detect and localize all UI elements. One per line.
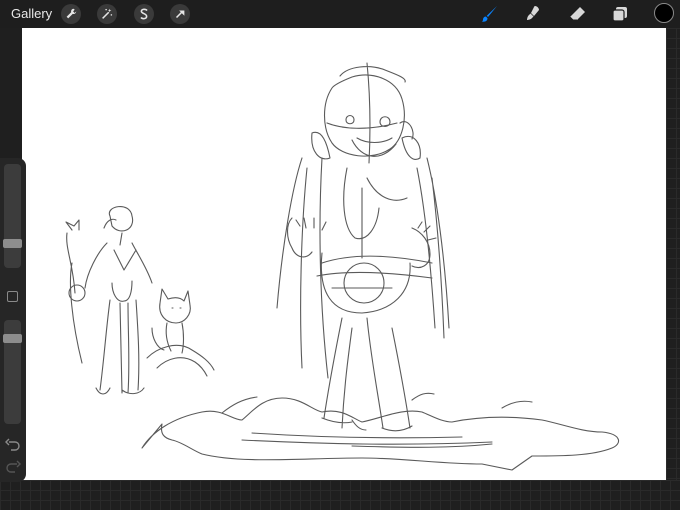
smudge-icon [527, 6, 539, 20]
eraser-icon [569, 7, 585, 21]
drawing-canvas[interactable] [22, 28, 666, 480]
layers-icon [612, 7, 627, 22]
opacity-slider[interactable] [3, 320, 22, 424]
transform-button[interactable] [170, 4, 190, 24]
redo-icon[interactable] [5, 460, 21, 474]
sketch-drawing [65, 62, 620, 471]
eraser-tool-button[interactable] [565, 3, 589, 25]
transform-arrow-icon [175, 10, 185, 19]
top-toolbar: Gallery [0, 0, 680, 28]
brush-sidebar [0, 158, 26, 482]
gallery-button[interactable]: Gallery [11, 6, 52, 21]
canvas-margin-bottom [0, 480, 680, 510]
smudge-tool-button[interactable] [521, 3, 545, 25]
brush-tool-button[interactable] [478, 3, 502, 25]
canvas-margin-right [666, 28, 680, 480]
color-picker-button[interactable] [654, 3, 674, 23]
brush-size-knob[interactable] [3, 239, 22, 248]
selection-button[interactable] [134, 4, 154, 24]
wrench-icon [66, 8, 77, 19]
adjustments-button[interactable] [97, 4, 117, 24]
actions-button[interactable] [61, 4, 81, 24]
undo-icon[interactable] [5, 438, 21, 452]
layers-button[interactable] [608, 3, 632, 25]
modify-button[interactable] [7, 291, 18, 302]
brush-icon [481, 6, 497, 22]
magic-wand-icon [102, 8, 113, 19]
brush-size-slider[interactable] [3, 164, 22, 268]
selection-s-icon [140, 8, 148, 20]
opacity-knob[interactable] [3, 334, 22, 343]
